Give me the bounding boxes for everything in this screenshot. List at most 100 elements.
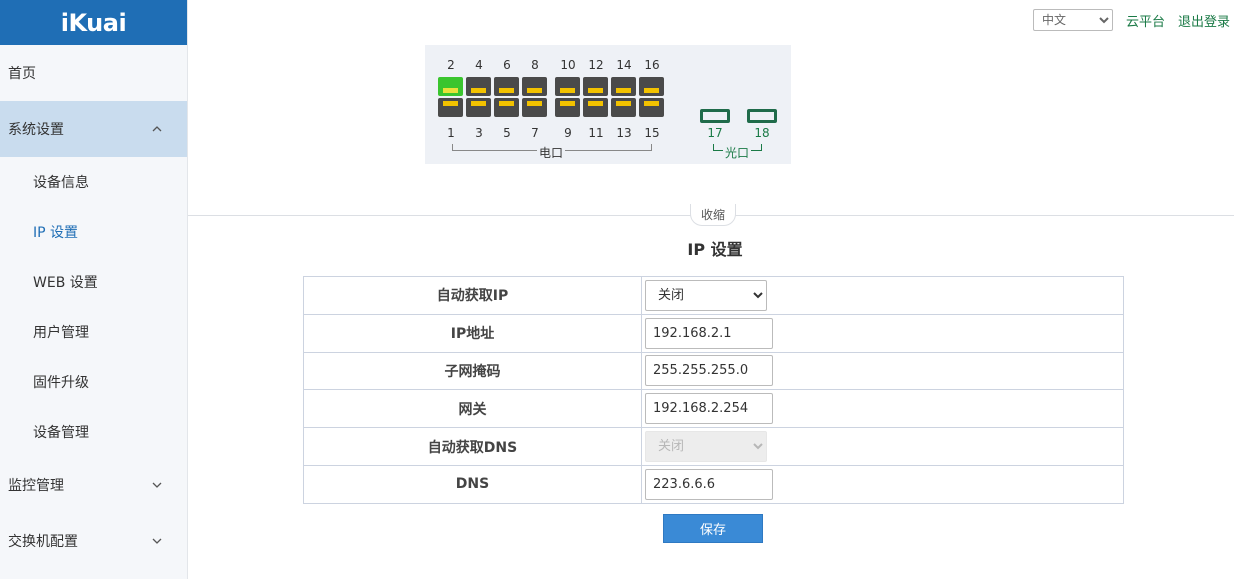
sidebar-item-web-settings[interactable]: WEB 设置 <box>0 257 187 307</box>
ethernet-port-1-icon[interactable] <box>438 98 463 117</box>
sidebar-item-label: 交换机配置 <box>8 534 78 550</box>
ethernet-port-7-icon[interactable] <box>522 98 547 117</box>
collapse-button[interactable]: 收缩 <box>690 204 736 226</box>
language-select[interactable]: 中文 <box>1032 9 1113 31</box>
port-pins <box>616 101 631 106</box>
port-pins <box>527 101 542 106</box>
ethernet-port-5-icon[interactable] <box>494 98 519 117</box>
form-row-dns: DNS <box>303 464 1124 504</box>
sidebar: iKuai 首页 系统设置 设备信息 IP 设置 WEB 设置 用户管理 固件升… <box>0 0 188 579</box>
sidebar-item-user-management[interactable]: 用户管理 <box>0 307 187 357</box>
port-pins <box>499 101 514 106</box>
cloud-platform-link[interactable]: 云平台 <box>1126 11 1165 30</box>
port-pins <box>471 88 486 93</box>
sfp-port-18-icon[interactable] <box>747 109 777 123</box>
ethernet-port-14-icon[interactable] <box>611 77 636 96</box>
page-title: IP 设置 <box>687 240 743 259</box>
port-number-label: 9 <box>564 126 572 140</box>
ethernet-port-16-icon[interactable] <box>639 77 664 96</box>
ip-settings-form: 自动获取IP 关闭 IP地址 子网掩码 网关 自动 <box>303 276 1124 504</box>
port-pins <box>560 101 575 106</box>
port-number-label: 5 <box>503 126 511 140</box>
sidebar-item-home[interactable]: 首页 <box>0 45 187 101</box>
ethernet-port-9-icon[interactable] <box>555 98 580 117</box>
ethernet-port-2-icon[interactable] <box>438 77 463 96</box>
ikuai-logo[interactable]: iKuai <box>0 0 187 45</box>
ethernet-port-3-icon[interactable] <box>466 98 491 117</box>
switch-port-panel: 电口 光口 2 4 6 8 10 12 14 16 1 3 5 7 9 11 13 15 17 18 <box>425 45 791 164</box>
port-number-label: 11 <box>588 126 604 140</box>
optical-ports-label: 光口 <box>723 144 752 161</box>
port-number-label: 16 <box>644 58 660 72</box>
port-pins <box>499 88 514 93</box>
port-number-label: 7 <box>531 126 539 140</box>
auto-ip-select[interactable]: 关闭 <box>645 279 767 311</box>
sidebar-item-firmware-upgrade[interactable]: 固件升级 <box>0 357 187 407</box>
sfp-port-number-label: 18 <box>754 126 770 140</box>
port-number-label: 2 <box>447 58 455 72</box>
port-number-label: 8 <box>531 58 539 72</box>
port-pins <box>644 88 659 93</box>
sidebar-item-monitoring[interactable]: 监控管理 <box>0 457 187 513</box>
port-pins <box>616 88 631 93</box>
sfp-port-number-label: 17 <box>707 126 723 140</box>
subnet-mask-input[interactable] <box>645 355 773 387</box>
dns-input[interactable] <box>645 468 773 500</box>
ethernet-port-12-icon[interactable] <box>583 77 608 96</box>
chevron-up-icon <box>152 126 162 132</box>
port-number-label: 12 <box>588 58 604 72</box>
sidebar-item-label: 首页 <box>8 66 36 82</box>
port-pins <box>527 88 542 93</box>
auto-dns-label: 自动获取DNS <box>303 427 642 466</box>
ethernet-port-10-icon[interactable] <box>555 77 580 96</box>
app-root: iKuai 首页 系统设置 设备信息 IP 设置 WEB 设置 用户管理 固件升… <box>0 0 1234 579</box>
gateway-label: 网关 <box>303 389 642 429</box>
port-number-label: 1 <box>447 126 455 140</box>
port-number-label: 14 <box>616 58 632 72</box>
sidebar-item-device-info[interactable]: 设备信息 <box>0 157 187 207</box>
port-pins <box>443 88 458 93</box>
dns-label: DNS <box>303 464 642 504</box>
port-pins <box>560 88 575 93</box>
port-pins <box>443 101 458 106</box>
port-pins <box>588 101 603 106</box>
port-pins <box>471 101 486 106</box>
port-number-label: 13 <box>616 126 632 140</box>
sidebar-item-device-management[interactable]: 设备管理 <box>0 407 187 457</box>
chevron-down-icon <box>152 538 162 544</box>
ip-address-label: IP地址 <box>303 313 642 353</box>
port-number-label: 15 <box>644 126 660 140</box>
form-row-auto-ip: 自动获取IP 关闭 <box>303 276 1124 315</box>
sidebar-item-label: 系统设置 <box>8 122 64 138</box>
sidebar-item-label: 监控管理 <box>8 478 64 494</box>
subnet-mask-label: 子网掩码 <box>303 351 642 391</box>
ethernet-port-15-icon[interactable] <box>639 98 664 117</box>
topbar: 中文 云平台 退出登录 <box>1032 9 1230 31</box>
gateway-input[interactable] <box>645 393 773 425</box>
logout-link[interactable]: 退出登录 <box>1178 11 1230 30</box>
sidebar-item-switch-config[interactable]: 交换机配置 <box>0 513 187 569</box>
form-row-ip-address: IP地址 <box>303 313 1124 353</box>
sidebar-item-system-settings[interactable]: 系统设置 <box>0 101 187 157</box>
port-pins <box>588 88 603 93</box>
sidebar-item-ip-settings[interactable]: IP 设置 <box>0 207 187 257</box>
ethernet-port-6-icon[interactable] <box>494 77 519 96</box>
port-number-label: 6 <box>503 58 511 72</box>
chevron-down-icon <box>152 482 162 488</box>
save-button[interactable]: 保存 <box>663 514 763 543</box>
ip-address-input[interactable] <box>645 317 773 349</box>
ethernet-port-13-icon[interactable] <box>611 98 636 117</box>
form-row-auto-dns: 自动获取DNS 关闭 <box>303 427 1124 466</box>
ethernet-port-4-icon[interactable] <box>466 77 491 96</box>
sfp-port-17-icon[interactable] <box>700 109 730 123</box>
auto-dns-select[interactable]: 关闭 <box>645 431 767 463</box>
port-number-label: 10 <box>560 58 576 72</box>
electric-ports-label: 电口 <box>537 144 566 161</box>
port-number-label: 4 <box>475 58 483 72</box>
port-number-label: 3 <box>475 126 483 140</box>
form-row-subnet-mask: 子网掩码 <box>303 351 1124 391</box>
ethernet-port-8-icon[interactable] <box>522 77 547 96</box>
auto-ip-label: 自动获取IP <box>303 276 642 315</box>
ethernet-port-11-icon[interactable] <box>583 98 608 117</box>
form-row-gateway: 网关 <box>303 389 1124 429</box>
